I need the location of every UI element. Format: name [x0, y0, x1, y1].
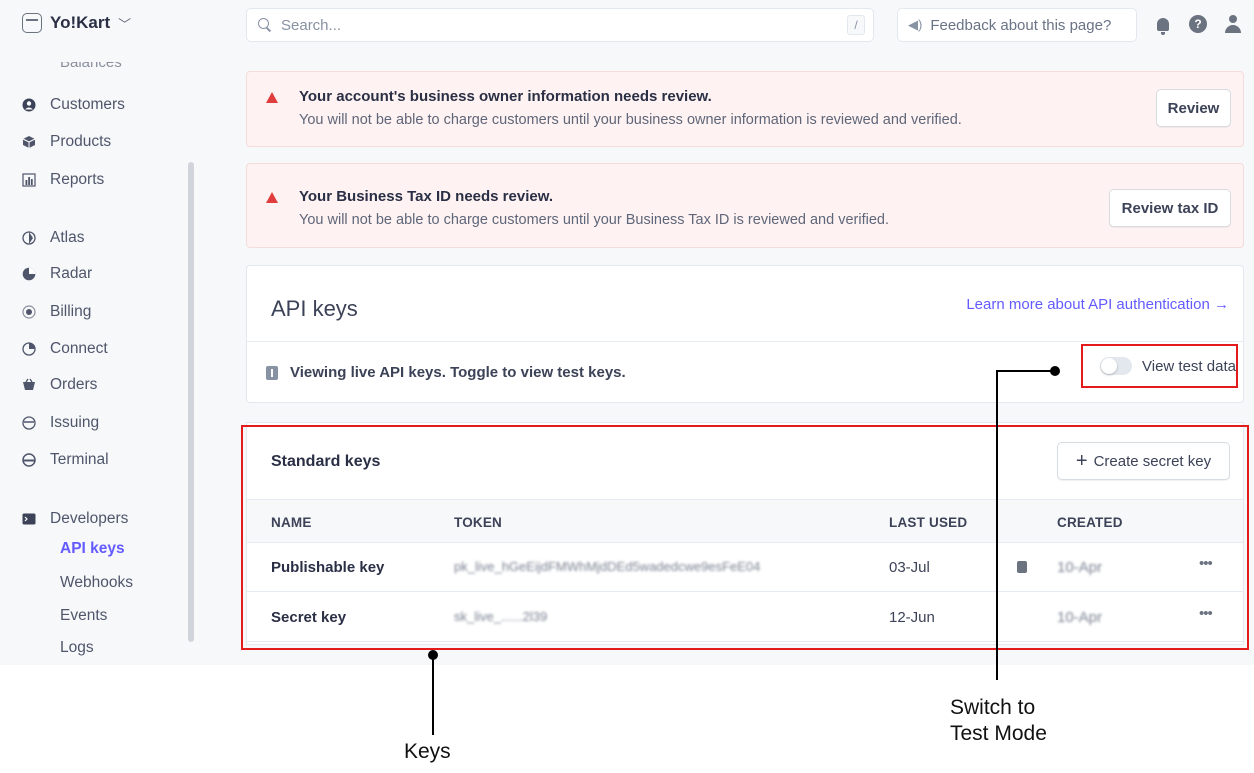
header-icons: ? [1153, 13, 1243, 35]
review-tax-id-button[interactable]: Review tax ID [1109, 189, 1231, 227]
sidebar-item-atlas[interactable]: Atlas [22, 226, 84, 250]
sidebar-item-label: Orders [50, 376, 98, 393]
profile-button[interactable] [1223, 13, 1243, 35]
sidebar-item-radar[interactable]: Radar [22, 262, 92, 286]
toggle-knob [1101, 358, 1117, 374]
sidebar-item-orders[interactable]: Orders [22, 373, 97, 397]
bar-chart-icon [22, 173, 36, 187]
divider [247, 341, 1243, 342]
live-keys-notice-text: Viewing live API keys. Toggle to view te… [290, 364, 626, 381]
keys-highlight-frame [241, 425, 1249, 650]
api-keys-card: API keys Learn more about API authentica… [246, 265, 1244, 403]
sidebar-item-label: Customers [50, 96, 125, 113]
alert-owner-info: Your account's business owner informatio… [246, 71, 1244, 147]
feedback-label: Feedback about this page? [930, 16, 1112, 34]
warning-icon [266, 192, 278, 203]
alert-body: You will not be able to charge customers… [299, 112, 962, 128]
info-icon [266, 365, 278, 380]
search-shortcut-key: / [847, 15, 865, 35]
sidebar-item-label: Reports [50, 171, 105, 188]
radar-icon [22, 267, 36, 281]
sidebar-item-label: Issuing [50, 414, 100, 431]
search-bar[interactable]: Search... / [246, 8, 874, 42]
user-icon [1225, 15, 1241, 33]
sidebar-subitem-api-keys[interactable]: API keys [60, 540, 125, 558]
sidebar-item-customers[interactable]: Customers [22, 93, 125, 117]
alert-body: You will not be able to charge customers… [299, 212, 889, 228]
chevron-down-icon: ﹀ [118, 16, 132, 32]
search-icon [257, 17, 273, 33]
atlas-icon [22, 231, 36, 245]
sidebar-item-label: Atlas [50, 229, 85, 246]
sidebar-subitem-webhooks[interactable]: Webhooks [60, 574, 133, 592]
toggle-callout-line-v [996, 370, 998, 680]
sidebar-item-label: Radar [50, 265, 93, 282]
sidebar-item-reports[interactable]: Reports [22, 168, 104, 192]
sidebar-subitem-events[interactable]: Events [60, 607, 107, 625]
review-button[interactable]: Review [1156, 89, 1231, 127]
sidebar-item-label: Products [50, 133, 112, 150]
help-icon: ? [1189, 15, 1207, 33]
sidebar-item-developers[interactable]: Developers [22, 507, 128, 531]
sidebar-item-issuing[interactable]: Issuing [22, 411, 99, 435]
page-title: API keys [271, 296, 358, 321]
alert-title: Your account's business owner informatio… [299, 88, 712, 105]
toggle-callout-line-h [996, 370, 1054, 372]
card-icon [22, 416, 36, 430]
sidebar-scrollbar[interactable] [188, 62, 194, 665]
notifications-button[interactable] [1153, 13, 1173, 35]
sidebar-item-balances-partial[interactable]: Balances [22, 62, 162, 72]
orders-icon [23, 378, 35, 390]
sidebar-item-label: Terminal [50, 451, 109, 468]
view-test-data-toggle[interactable]: View test data [1081, 344, 1238, 388]
dashboard-window: Yo!Kart ﹀ Search... / ◀) Feedback about … [0, 0, 1254, 665]
help-button[interactable]: ? [1188, 13, 1208, 35]
sidebar-item-products[interactable]: Products [22, 130, 111, 154]
sidebar-item-label: Developers [50, 510, 129, 527]
toggle-callout-label-line2: Test Mode [950, 722, 1047, 745]
learn-more-link[interactable]: Learn more about API authentication → [966, 296, 1229, 313]
toggle-callout-label-line1: Switch to [950, 696, 1036, 719]
search-input[interactable]: Search... [281, 17, 847, 34]
keys-callout-label: Keys [404, 740, 451, 763]
developers-icon [22, 513, 36, 525]
sidebar-item-terminal[interactable]: Terminal [22, 448, 109, 472]
sidebar-item-label: Billing [50, 303, 92, 320]
connect-icon [22, 342, 36, 356]
live-keys-notice: Viewing live API keys. Toggle to view te… [266, 364, 626, 381]
toggle-switch[interactable] [1100, 357, 1132, 375]
box-icon [22, 136, 36, 148]
billing-icon [22, 305, 36, 319]
sidebar-item-connect[interactable]: Connect [22, 337, 108, 361]
warning-icon [266, 92, 278, 103]
store-icon [22, 13, 42, 33]
megaphone-icon: ◀) [908, 17, 923, 32]
sidebar: Balances Customers Products Reports Atla… [0, 62, 200, 665]
toggle-label: View test data [1142, 357, 1236, 375]
account-switcher[interactable]: Yo!Kart ﹀ [22, 13, 131, 33]
user-icon [22, 98, 36, 112]
scrollbar-thumb[interactable] [188, 162, 194, 642]
feedback-button[interactable]: ◀) Feedback about this page? [897, 8, 1137, 42]
sidebar-subitem-logs[interactable]: Logs [60, 639, 94, 657]
sidebar-item-billing[interactable]: Billing [22, 300, 91, 324]
sidebar-item-label: Connect [50, 340, 108, 357]
account-name: Yo!Kart [50, 13, 111, 32]
terminal-icon [22, 453, 36, 467]
keys-callout-line [432, 655, 434, 735]
bell-icon [1157, 17, 1169, 35]
alert-title: Your Business Tax ID needs review. [299, 188, 553, 205]
alert-tax-id: Your Business Tax ID needs review. You w… [246, 163, 1244, 248]
